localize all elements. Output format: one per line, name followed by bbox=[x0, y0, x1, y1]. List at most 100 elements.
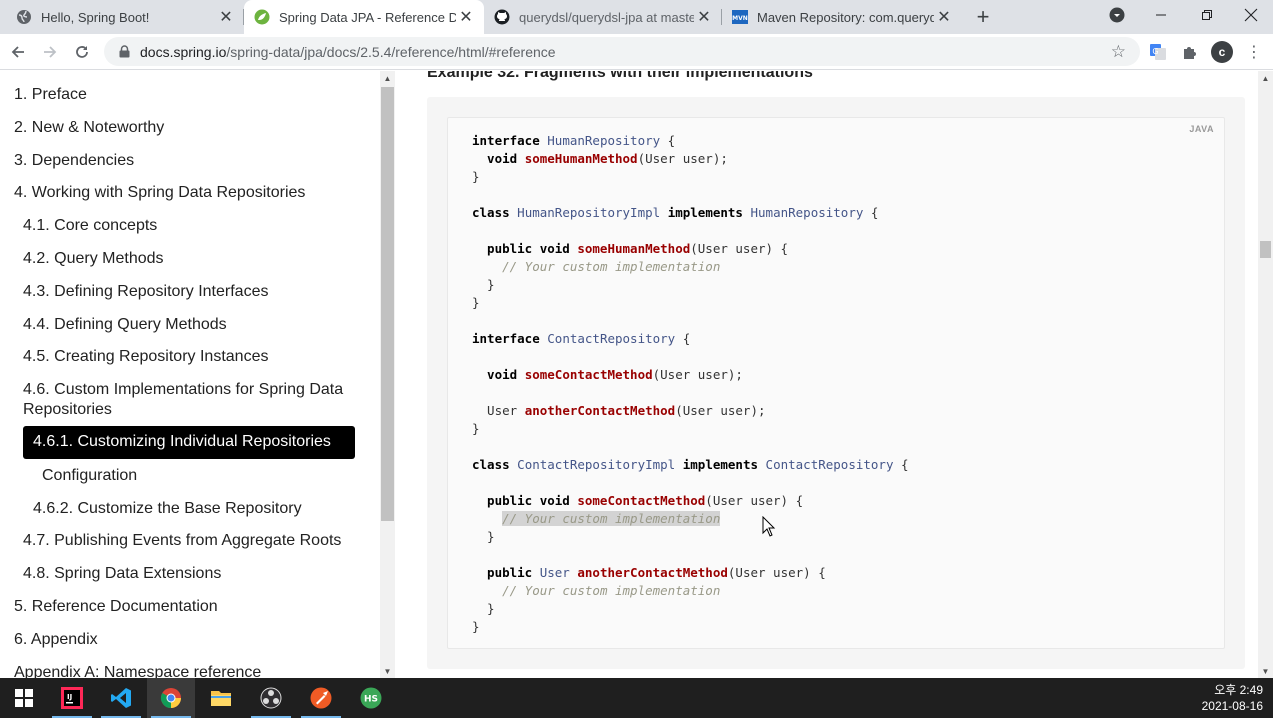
postman-icon[interactable] bbox=[297, 678, 345, 718]
sidebar-scrollbar-thumb[interactable] bbox=[381, 87, 394, 521]
close-tab-icon[interactable]: ✕ bbox=[456, 7, 476, 27]
sidebar-scrollbar[interactable]: ▲ ▼ bbox=[380, 71, 395, 678]
toc-item-custom-implementations[interactable]: 4.6. Custom Implementations for Spring D… bbox=[23, 380, 353, 420]
code-line: public void someContactMethod(User user)… bbox=[472, 493, 804, 508]
reload-button[interactable] bbox=[68, 38, 96, 66]
toc-item-preface[interactable]: 1. Preface bbox=[14, 85, 87, 105]
code-line: } bbox=[472, 529, 495, 544]
close-tab-icon[interactable]: ✕ bbox=[934, 7, 954, 27]
file-explorer-icon[interactable] bbox=[197, 678, 245, 718]
toc-item-publishing-events[interactable]: 4.7. Publishing Events from Aggregate Ro… bbox=[23, 531, 341, 551]
url-host: docs.spring.io bbox=[140, 43, 227, 60]
toc-item-configuration[interactable]: Configuration bbox=[42, 466, 137, 486]
spring-leaf-icon bbox=[254, 9, 270, 25]
code-line: // Your custom implementation bbox=[502, 259, 721, 274]
toc-item-spring-data-extensions[interactable]: 4.8. Spring Data Extensions bbox=[23, 564, 221, 584]
code-line: void someContactMethod(User user); bbox=[472, 367, 743, 382]
selected-comment: // Your custom implementation bbox=[502, 511, 721, 526]
arrow-left-icon bbox=[11, 46, 24, 58]
tab-querydsl-github[interactable]: querydsl/querydsl-jpa at master ✕ bbox=[484, 0, 722, 34]
forward-button[interactable] bbox=[36, 38, 64, 66]
toc-item-core-concepts[interactable]: 4.1. Core concepts bbox=[23, 216, 157, 236]
chrome-icon[interactable] bbox=[147, 678, 195, 718]
svg-text:MVN: MVN bbox=[732, 15, 748, 22]
svg-text:IJ: IJ bbox=[67, 693, 72, 701]
intellij-icon[interactable]: IJ bbox=[48, 678, 96, 718]
tab-title: Maven Repository: com.querydsl bbox=[757, 9, 934, 25]
github-icon bbox=[494, 9, 510, 25]
example-title: Example 32. Fragments with their impleme… bbox=[427, 71, 813, 81]
close-tab-icon[interactable]: ✕ bbox=[216, 7, 236, 27]
translate-extension-icon[interactable]: G bbox=[1147, 41, 1169, 63]
scroll-up-arrow-icon[interactable]: ▲ bbox=[380, 71, 395, 85]
new-tab-button[interactable]: + bbox=[970, 4, 996, 30]
chevron-down-icon bbox=[1109, 7, 1125, 23]
windows-start-icon[interactable] bbox=[0, 678, 48, 718]
toc-item-appendix[interactable]: 6. Appendix bbox=[14, 630, 98, 650]
tab-spring-data-jpa[interactable]: Spring Data JPA - Reference Do ✕ bbox=[244, 0, 484, 34]
toc-item-dependencies[interactable]: 3. Dependencies bbox=[14, 151, 134, 171]
code-line: public User anotherContactMethod(User us… bbox=[472, 565, 826, 580]
toc-item-reference-documentation[interactable]: 5. Reference Documentation bbox=[14, 597, 218, 617]
toc-item-customize-base-repository[interactable]: 4.6.2. Customize the Base Repository bbox=[33, 499, 302, 519]
arrow-right-icon bbox=[44, 46, 57, 58]
hs-icon[interactable]: HS bbox=[347, 678, 395, 718]
scroll-down-arrow-icon[interactable]: ▼ bbox=[380, 664, 395, 678]
tab-hello-spring-boot[interactable]: Hello, Spring Boot! ✕ bbox=[0, 0, 244, 34]
code-line: class HumanRepositoryImpl implements Hum… bbox=[472, 205, 879, 220]
menu-kebab-icon[interactable]: ⋮ bbox=[1243, 41, 1265, 63]
toc-item-query-methods[interactable]: 4.2. Query Methods bbox=[23, 249, 164, 269]
code-line: // Your custom implementation bbox=[502, 583, 721, 598]
main-content: Example 32. Fragments with their impleme… bbox=[395, 71, 1258, 678]
restore-button[interactable] bbox=[1184, 0, 1230, 30]
toc-item-new-noteworthy[interactable]: 2. New & Noteworthy bbox=[14, 118, 164, 138]
toc-item-defining-query-methods[interactable]: 4.4. Defining Query Methods bbox=[23, 315, 227, 335]
page-scrollbar-thumb[interactable] bbox=[1260, 241, 1271, 258]
back-button[interactable] bbox=[4, 38, 32, 66]
close-tab-icon[interactable]: ✕ bbox=[694, 7, 714, 27]
clock-time: 오후 2:49 bbox=[1214, 683, 1263, 697]
code-line: public void someHumanMethod(User user) { bbox=[472, 241, 789, 256]
mouse-cursor-icon bbox=[762, 516, 776, 537]
code-line-selected: // Your custom implementation bbox=[472, 510, 721, 528]
code-line: } bbox=[472, 601, 495, 616]
minimize-icon bbox=[1156, 14, 1166, 16]
bookmark-star-icon[interactable]: ☆ bbox=[1111, 42, 1126, 62]
tab-strip: Hello, Spring Boot! ✕ Spring Data JPA - … bbox=[0, 0, 1273, 34]
tab-title: Hello, Spring Boot! bbox=[41, 9, 150, 25]
close-icon bbox=[1244, 8, 1258, 22]
close-window-button[interactable] bbox=[1228, 0, 1273, 30]
toc-item-customizing-individual-repositories[interactable]: 4.6.1. Customizing Individual Repositori… bbox=[23, 426, 355, 459]
code-line: class ContactRepositoryImpl implements C… bbox=[472, 457, 909, 472]
toc-item-namespace-reference[interactable]: Appendix A: Namespace reference bbox=[14, 663, 261, 678]
tab-title: Spring Data JPA - Reference Do bbox=[279, 9, 456, 25]
toc-item-defining-repository-interfaces[interactable]: 4.3. Defining Repository Interfaces bbox=[23, 282, 268, 302]
toc-item-creating-repository-instances[interactable]: 4.5. Creating Repository Instances bbox=[23, 347, 268, 367]
extensions-puzzle-icon[interactable] bbox=[1179, 41, 1201, 63]
code-line: } bbox=[472, 295, 480, 310]
scroll-down-arrow-icon[interactable]: ▼ bbox=[1258, 664, 1273, 678]
address-bar[interactable]: docs.spring.io/spring-data/jpa/docs/2.5.… bbox=[104, 37, 1140, 66]
obs-icon[interactable] bbox=[247, 678, 295, 718]
windows-taskbar: IJ HS 오후 2:49 2021-08-16 bbox=[0, 678, 1273, 718]
restore-icon bbox=[1202, 10, 1212, 20]
tab-maven-repository[interactable]: MVN Maven Repository: com.querydsl ✕ bbox=[722, 0, 962, 34]
minimize-button[interactable] bbox=[1138, 0, 1184, 30]
reload-icon bbox=[76, 46, 88, 58]
scroll-up-arrow-icon[interactable]: ▲ bbox=[1258, 71, 1273, 85]
url-text: docs.spring.io/spring-data/jpa/docs/2.5.… bbox=[140, 44, 556, 60]
code-line: } bbox=[472, 619, 480, 634]
svg-text:G: G bbox=[1152, 47, 1158, 56]
example-block: JAVA interface HumanRepository { void so… bbox=[427, 97, 1245, 669]
code-block: JAVA interface HumanRepository { void so… bbox=[447, 117, 1225, 649]
page-scrollbar[interactable]: ▲ ▼ bbox=[1258, 71, 1273, 678]
profile-avatar[interactable]: c bbox=[1211, 41, 1233, 63]
url-path: /spring-data/jpa/docs/2.5.4/reference/ht… bbox=[226, 43, 556, 60]
svg-text:HS: HS bbox=[364, 695, 378, 705]
code-line: User anotherContactMethod(User user); bbox=[472, 403, 766, 418]
toc-item-working-with-repositories[interactable]: 4. Working with Spring Data Repositories bbox=[14, 183, 305, 203]
system-clock[interactable]: 오후 2:49 2021-08-16 bbox=[1202, 682, 1263, 714]
code-line: } bbox=[472, 421, 480, 436]
vscode-icon[interactable] bbox=[97, 678, 145, 718]
tab-search-button[interactable] bbox=[1094, 0, 1140, 30]
